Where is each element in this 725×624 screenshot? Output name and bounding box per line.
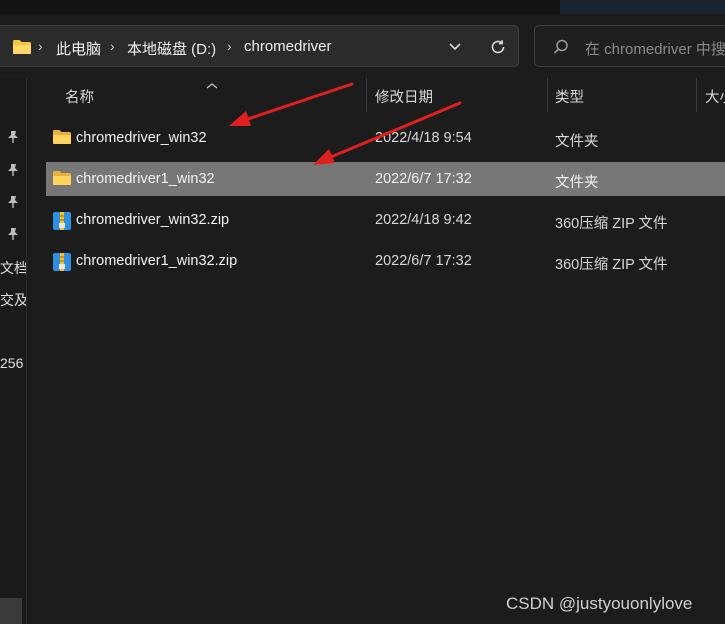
file-type: 360压缩 ZIP 文件 [555,257,668,273]
file-type: 文件夹 [555,175,599,191]
refresh-icon[interactable] [486,35,510,59]
breadcrumb-separator-icon: › [110,38,115,54]
breadcrumb-this-pc[interactable]: 此电脑 [56,38,101,59]
file-row[interactable]: chromedriver_win32 2022/4/18 9:54 文件夹 [46,121,725,155]
pane-divider[interactable] [26,78,27,624]
zip-archive-icon [52,211,72,235]
annotation-arrow [240,82,354,123]
title-bar-strip [0,0,725,14]
column-header-modified[interactable]: 修改日期 [375,86,433,107]
folder-icon [10,35,34,59]
column-header-type[interactable]: 类型 [555,86,584,107]
search-icon [549,35,573,59]
breadcrumb-chromedriver[interactable]: chromedriver [244,38,332,55]
column-resize-handle[interactable] [366,78,367,112]
file-row[interactable]: chromedriver_win32.zip 2022/4/18 9:42 36… [46,203,725,237]
file-modified-date: 2022/4/18 9:42 [375,212,472,228]
navigation-pane: 文档 交及 256 [0,78,26,624]
search-box[interactable]: 在 chromedriver 中搜索 [534,25,725,67]
nav-item-partial[interactable]: 256 [0,355,23,371]
file-modified-date: 2022/4/18 9:54 [375,130,472,146]
file-type: 文件夹 [555,134,599,150]
pin-icon[interactable] [6,195,20,209]
zip-archive-icon [52,252,72,276]
breadcrumb-local-disk[interactable]: 本地磁盘 (D:) [127,38,216,59]
file-name[interactable]: chromedriver_win32 [76,130,207,146]
folder-icon [52,170,72,190]
file-name[interactable]: chromedriver1_win32.zip [76,253,237,269]
nav-selected-item[interactable] [0,598,22,624]
chevron-down-icon[interactable] [443,35,467,59]
annotation-arrows [229,82,462,165]
pin-icon[interactable] [6,163,20,177]
folder-icon [52,129,72,149]
file-name[interactable]: chromedriver1_win32 [76,171,215,187]
nav-item-documents[interactable]: 文档 [0,258,26,278]
column-resize-handle[interactable] [547,78,548,112]
file-type: 360压缩 ZIP 文件 [555,216,668,232]
file-name[interactable]: chromedriver_win32.zip [76,212,229,228]
sort-ascending-icon [206,78,218,94]
column-header-name[interactable]: 名称 [65,86,94,107]
column-header-size[interactable]: 大小 [705,86,725,107]
column-resize-handle[interactable] [696,78,697,112]
search-input[interactable]: 在 chromedriver 中搜索 [585,38,725,59]
watermark: CSDN @justyouonlylove [506,594,693,613]
pin-icon[interactable] [6,227,20,241]
pin-icon[interactable] [6,130,20,144]
file-row-selected[interactable]: chromedriver1_win32 2022/6/7 17:32 文件夹 [46,162,725,196]
nav-item-partial[interactable]: 交及 [0,290,26,310]
breadcrumb-separator-icon: › [227,38,232,54]
file-modified-date: 2022/6/7 17:32 [375,171,472,187]
address-bar[interactable]: › 此电脑 › 本地磁盘 (D:) › chromedriver [0,25,519,67]
file-modified-date: 2022/6/7 17:32 [375,253,472,269]
file-row[interactable]: chromedriver1_win32.zip 2022/6/7 17:32 3… [46,244,725,278]
breadcrumb-separator-icon: › [38,38,43,54]
